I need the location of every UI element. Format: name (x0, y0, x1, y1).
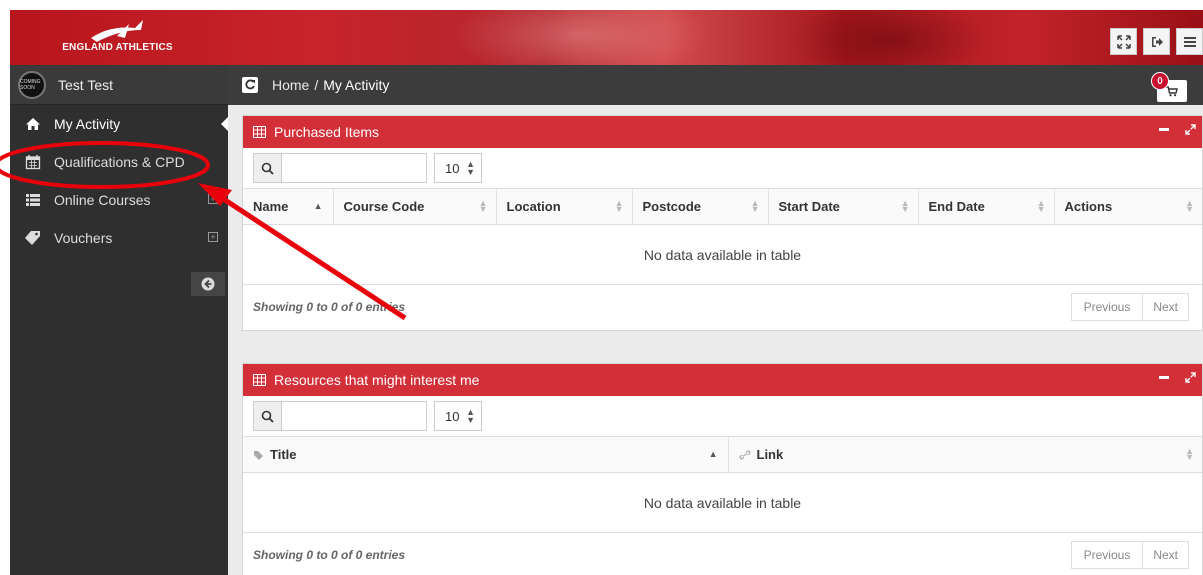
avatar: COMING SOON (18, 70, 46, 99)
column-header[interactable]: Location ▲ ▼ (495, 188, 632, 225)
select-arrows-icon: ▲ ▼ (466, 407, 475, 425)
select-arrows-icon: ▲ ▼ (466, 159, 475, 177)
next-button[interactable]: Next (1143, 541, 1189, 569)
panel-header: Resources that might interest me (243, 364, 1202, 396)
cart-icon (1166, 85, 1178, 96)
table-info: Showing 0 to 0 of 0 entries (253, 548, 406, 562)
england-athletics-logo[interactable]: ENGLAND ATHLETICS (60, 16, 175, 60)
column-header[interactable]: Actions ▲ ▼ (1053, 188, 1202, 225)
sidebar-item-label: Online Courses (54, 192, 151, 208)
link-icon (738, 450, 751, 460)
fullscreen-icon (1116, 34, 1131, 49)
menu-button[interactable] (1176, 28, 1203, 55)
logout-icon (1151, 36, 1163, 47)
fullscreen-button[interactable] (1110, 28, 1137, 55)
sidebar-item-label: Vouchers (54, 230, 113, 246)
ticket-icon (24, 230, 42, 246)
sidebar-collapse-button[interactable] (191, 272, 225, 296)
column-header[interactable]: Link ▲ ▼ (727, 436, 1202, 473)
resources-panel: Resources that might interest me 10 ▲▼ (242, 363, 1203, 575)
panel-title: Purchased Items (274, 124, 380, 140)
column-header[interactable]: Postcode ▲ ▼ (631, 188, 768, 225)
breadcrumb-current: My Activity (323, 77, 390, 93)
resources-table: Title ▲ Link ▲ ▼ No data available in table (243, 436, 1202, 533)
list-icon (24, 193, 42, 207)
expand-icon[interactable]: + (208, 194, 218, 204)
user-name: Test Test (58, 76, 113, 93)
page-length-value: 10 (445, 160, 460, 176)
runner-logo-icon (90, 20, 143, 42)
previous-button[interactable]: Previous (1070, 541, 1144, 569)
page-length-select[interactable]: 10 ▲ ▼ (434, 153, 482, 183)
user-profile[interactable]: COMING SOON Test Test (10, 65, 228, 105)
breadcrumb-home[interactable]: Home (272, 77, 309, 93)
column-header[interactable]: Name ▲ (243, 188, 333, 225)
breadcrumb-separator: / (314, 77, 319, 93)
table-icon (253, 126, 266, 138)
main-content: Home / My Activity 0 Purchased Items 10 … (228, 65, 1203, 575)
sidebar-item-my-activity[interactable]: My Activity (10, 105, 228, 143)
search-input[interactable] (282, 154, 426, 182)
empty-table-message: No data available in table (243, 472, 1202, 533)
page-length-select[interactable]: 10 ▲ ▼ (434, 401, 482, 431)
arrow-left-circle-icon (201, 277, 215, 291)
search-icon (254, 402, 282, 430)
tag-icon (254, 451, 263, 460)
sidebar-item-online-courses[interactable]: Online Courses + (10, 181, 228, 219)
minimize-icon[interactable] (1159, 128, 1169, 131)
panel-header: Purchased Items (243, 116, 1202, 148)
search-group (253, 401, 427, 431)
sidebar-item-label: Qualifications & CPD (54, 154, 185, 170)
sidebar-item-label: My Activity (54, 116, 121, 132)
logout-button[interactable] (1143, 28, 1170, 55)
home-icon (24, 117, 42, 131)
refresh-icon (245, 79, 255, 90)
column-header[interactable]: Title ▲ (243, 436, 728, 473)
logo-text: ENGLAND ATHLETICS (62, 42, 173, 53)
table-icon (253, 374, 266, 386)
cart-count-badge: 0 (1151, 72, 1169, 90)
menu-icon (1183, 36, 1196, 47)
sidebar-item-vouchers[interactable]: Vouchers + (10, 219, 228, 257)
expand-icon[interactable]: + (208, 232, 218, 242)
column-header[interactable]: Course Code ▲ ▼ (332, 188, 496, 225)
minimize-icon[interactable] (1159, 376, 1169, 379)
refresh-button[interactable] (242, 77, 258, 93)
page-length-value: 10 (445, 408, 460, 424)
next-button[interactable]: Next (1143, 293, 1189, 321)
search-input[interactable] (282, 402, 426, 430)
column-header[interactable]: End Date ▲ ▼ (917, 188, 1054, 225)
breadcrumb-bar: Home / My Activity 0 (228, 65, 1203, 105)
previous-button[interactable]: Previous (1070, 293, 1144, 321)
calendar-icon (24, 154, 42, 170)
pagination: Previous Next (1070, 541, 1189, 569)
sidebar-item-qualifications[interactable]: Qualifications & CPD (10, 143, 228, 181)
purchased-items-table: Name ▲ Course Code ▲ ▼ Location ▲ ▼ Postcode ▲… (243, 188, 1202, 285)
empty-table-message: No data available in table (243, 224, 1202, 285)
top-header: ENGLAND ATHLETICS (10, 10, 1203, 65)
active-caret (221, 117, 228, 131)
table-info: Showing 0 to 0 of 0 entries (253, 300, 406, 314)
pagination: Previous Next (1070, 293, 1189, 321)
expand-icon[interactable] (1185, 372, 1196, 383)
purchased-items-panel: Purchased Items 10 ▲ ▼ Name ▲ Course Cod… (242, 115, 1203, 331)
panel-title: Resources that might interest me (274, 372, 480, 388)
sidebar: COMING SOON Test Test My Activity Qualif… (10, 65, 228, 575)
expand-icon[interactable] (1185, 124, 1196, 135)
search-icon (254, 154, 282, 182)
search-group (253, 153, 427, 183)
column-header[interactable]: Start Date ▲ ▼ (767, 188, 918, 225)
